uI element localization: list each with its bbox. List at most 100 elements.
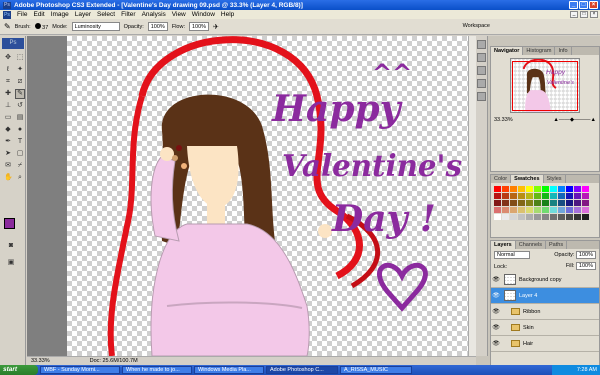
workspace-button[interactable]: Workspace	[463, 23, 490, 29]
shape-tool-icon[interactable]: ▢	[15, 149, 25, 159]
swatch[interactable]	[550, 186, 557, 192]
swatch[interactable]	[510, 200, 517, 206]
swatch[interactable]	[558, 193, 565, 199]
path-select-tool-icon[interactable]: ➤	[3, 149, 13, 159]
airbrush-icon[interactable]: ✈	[213, 23, 219, 31]
task-item[interactable]: Windows Media Pla...	[194, 366, 264, 374]
actions-panel-icon[interactable]	[477, 53, 486, 62]
notes-tool-icon[interactable]: ✉	[3, 161, 13, 171]
menu-file[interactable]: File	[17, 11, 27, 18]
swatch[interactable]	[502, 214, 509, 220]
tab-paths[interactable]: Paths	[546, 241, 568, 249]
swatch[interactable]	[518, 214, 525, 220]
swatch[interactable]	[518, 186, 525, 192]
swatch[interactable]	[526, 186, 533, 192]
menu-filter[interactable]: Filter	[121, 11, 135, 18]
swatch[interactable]	[534, 186, 541, 192]
task-item[interactable]: A_RISSA_MUSIC	[340, 366, 412, 374]
swatch[interactable]	[502, 200, 509, 206]
navigator-zoom-slider[interactable]: ▲——◆———▲	[553, 117, 596, 123]
swatch[interactable]	[526, 200, 533, 206]
swatch[interactable]	[566, 200, 573, 206]
lasso-tool-icon[interactable]: ℓ	[3, 65, 13, 75]
swatch[interactable]	[566, 214, 573, 220]
navigator-preview[interactable]: Happy Valentine's	[510, 58, 580, 113]
vertical-scrollbar[interactable]	[468, 36, 476, 356]
history-brush-tool-icon[interactable]: ↺	[15, 101, 25, 111]
menu-view[interactable]: View	[172, 11, 186, 18]
menu-window[interactable]: Window	[192, 11, 215, 18]
swatch[interactable]	[566, 186, 573, 192]
swatch[interactable]	[550, 214, 557, 220]
swatch[interactable]	[542, 200, 549, 206]
layer-group-row[interactable]: 👁 Hair	[491, 336, 599, 352]
hand-tool-icon[interactable]: ✋	[3, 173, 13, 183]
layer-group-row[interactable]: 👁 Skin	[491, 320, 599, 336]
layer-row[interactable]: 👁 Background copy	[491, 272, 599, 288]
swatch[interactable]	[542, 207, 549, 213]
menu-help[interactable]: Help	[221, 11, 234, 18]
brush-preset-picker[interactable]: 37	[34, 22, 48, 31]
foreground-color-swatch[interactable]	[4, 218, 15, 229]
layer-row[interactable]: 👁 Layer 4	[491, 288, 599, 304]
swatch[interactable]	[494, 186, 501, 192]
swatch[interactable]	[558, 214, 565, 220]
swatch[interactable]	[542, 186, 549, 192]
swatch[interactable]	[574, 200, 581, 206]
swatch[interactable]	[574, 214, 581, 220]
layer-group-row[interactable]: 👁 Ribbon	[491, 304, 599, 320]
tab-color[interactable]: Color	[491, 175, 512, 183]
start-button[interactable]: start	[0, 365, 38, 375]
task-item[interactable]: WBF - Sunday Morni...	[40, 366, 120, 374]
visibility-eye-icon[interactable]: 👁	[491, 340, 501, 347]
navigator-zoom[interactable]: 33.33%	[494, 117, 513, 123]
close-button[interactable]: ×	[589, 1, 598, 9]
zoom-tool-icon[interactable]: ⌕	[15, 173, 25, 183]
stamp-tool-icon[interactable]: ⊥	[3, 101, 13, 111]
swatch[interactable]	[582, 200, 589, 206]
swatch[interactable]	[494, 214, 501, 220]
doc-close-button[interactable]: ×	[590, 11, 598, 18]
swatch[interactable]	[510, 214, 517, 220]
visibility-eye-icon[interactable]: 👁	[491, 308, 501, 315]
magic-wand-tool-icon[interactable]: ✦	[15, 65, 25, 75]
menu-layer[interactable]: Layer	[75, 11, 91, 18]
swatch[interactable]	[510, 186, 517, 192]
doc-minimize-button[interactable]: _	[570, 11, 578, 18]
swatch[interactable]	[582, 193, 589, 199]
clone-source-icon[interactable]	[477, 92, 486, 101]
doc-restore-button[interactable]: □	[580, 11, 588, 18]
swatch[interactable]	[550, 193, 557, 199]
swatch[interactable]	[558, 207, 565, 213]
swatch[interactable]	[534, 200, 541, 206]
blur-tool-icon[interactable]: ◆	[3, 125, 13, 135]
tab-styles[interactable]: Styles	[544, 175, 566, 183]
tab-histogram[interactable]: Histogram	[523, 47, 556, 55]
maximize-button[interactable]: □	[579, 1, 588, 9]
menu-image[interactable]: Image	[51, 11, 69, 18]
visibility-eye-icon[interactable]: 👁	[491, 276, 501, 283]
quick-mask-icon[interactable]: ◙	[6, 241, 16, 251]
swatch[interactable]	[510, 193, 517, 199]
history-panel-icon[interactable]	[477, 40, 486, 49]
opacity-field[interactable]: 100%	[147, 22, 168, 31]
brush-tool-icon-active[interactable]: ✎	[15, 89, 25, 99]
tab-swatches[interactable]: Swatches	[511, 175, 544, 183]
move-tool-icon[interactable]: ✥	[3, 53, 13, 63]
eyedropper-tool-icon[interactable]: ⌿	[15, 161, 25, 171]
swatch[interactable]	[518, 207, 525, 213]
swatch[interactable]	[526, 193, 533, 199]
swatch[interactable]	[518, 193, 525, 199]
type-tool-icon[interactable]: T	[15, 137, 25, 147]
mode-select[interactable]: Luminosity	[71, 22, 120, 31]
visibility-eye-icon[interactable]: 👁	[491, 324, 501, 331]
visibility-eye-icon[interactable]: 👁	[491, 292, 501, 299]
brush-tool-icon[interactable]: ✎	[4, 22, 11, 31]
fill-field[interactable]: 100%	[575, 262, 596, 270]
swatch[interactable]	[526, 214, 533, 220]
swatch[interactable]	[566, 193, 573, 199]
swatch[interactable]	[542, 193, 549, 199]
swatch[interactable]	[582, 186, 589, 192]
swatch[interactable]	[574, 207, 581, 213]
flow-field[interactable]: 100%	[188, 22, 210, 31]
